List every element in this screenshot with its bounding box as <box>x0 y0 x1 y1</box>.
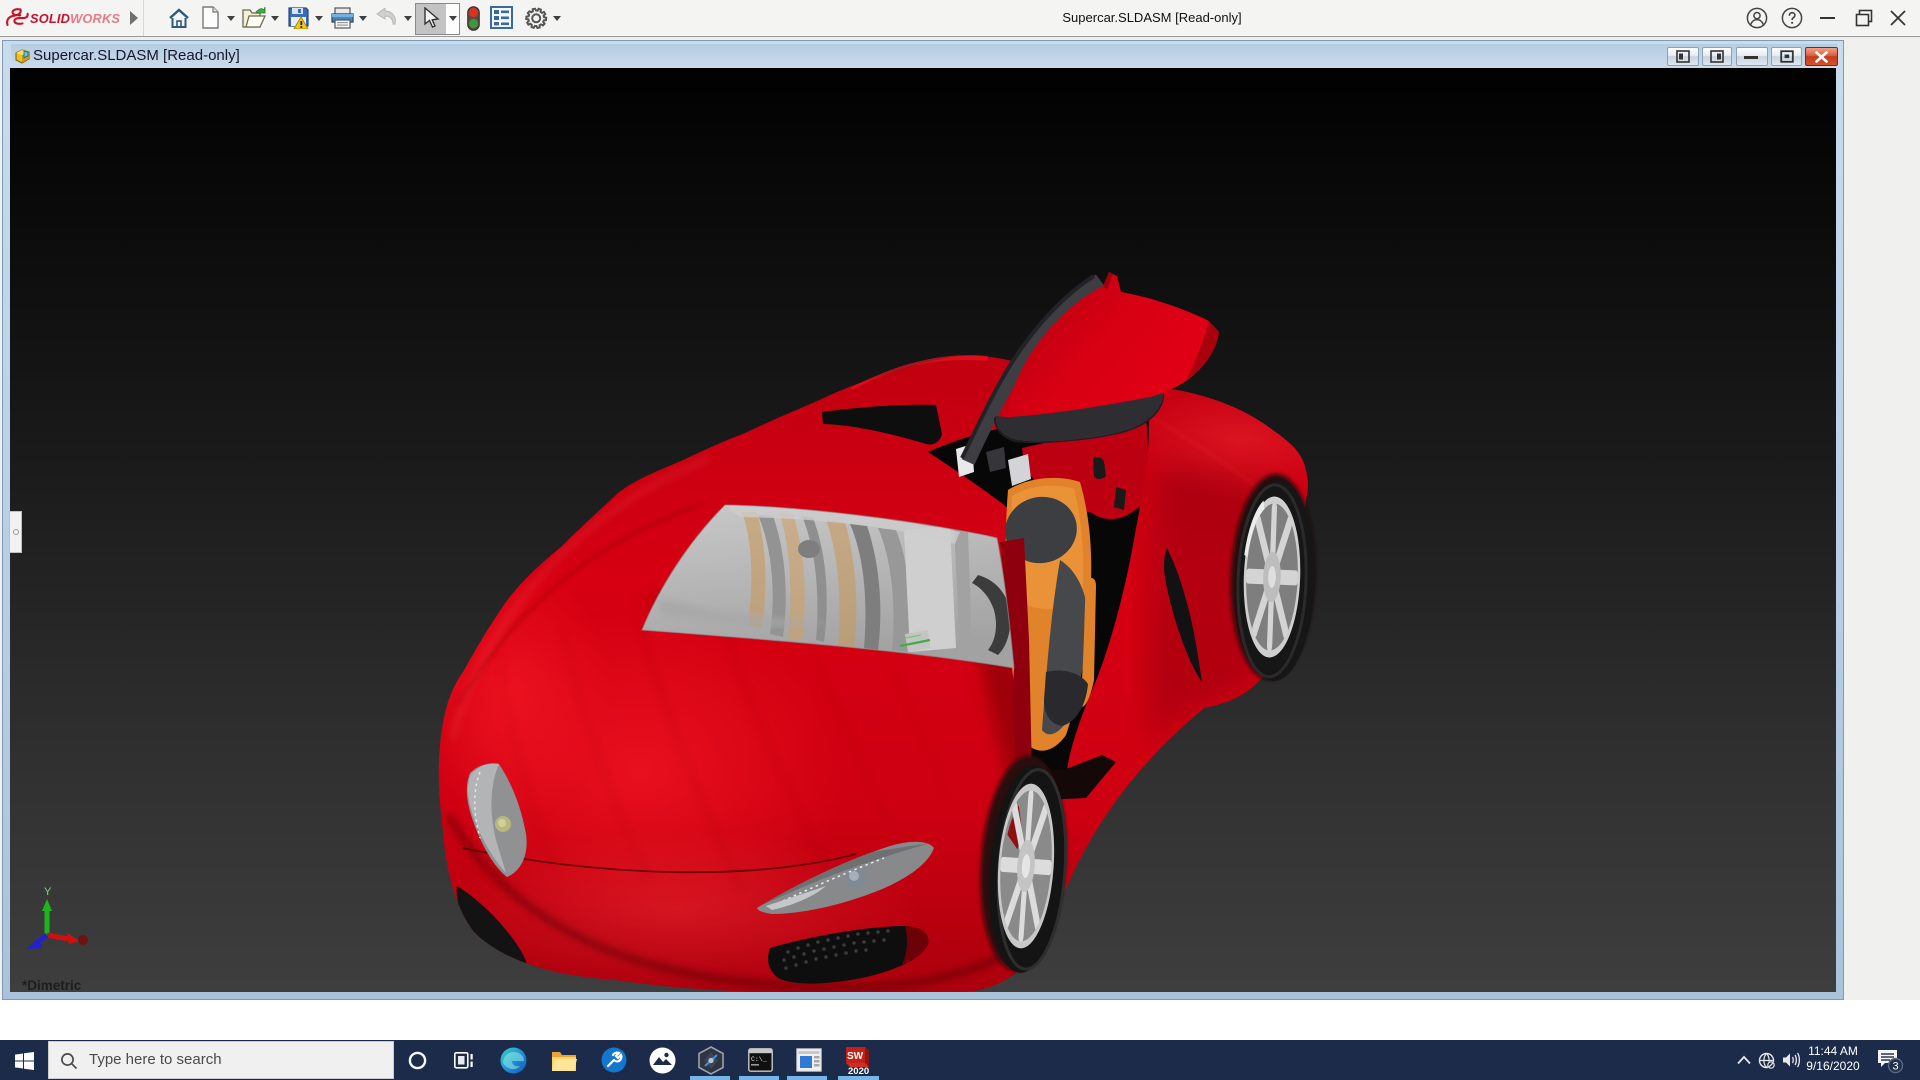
svg-text:C:\_: C:\_ <box>751 1056 767 1063</box>
svg-text:3: 3 <box>1892 1061 1898 1073</box>
svg-text:2020: 2020 <box>848 1066 869 1076</box>
svg-text:SW: SW <box>847 1051 864 1062</box>
svg-text:SOLIDWORKS: SOLIDWORKS <box>30 11 120 26</box>
svg-text:Y: Y <box>44 886 52 898</box>
svg-text:*Dimetric: *Dimetric <box>22 978 82 992</box>
